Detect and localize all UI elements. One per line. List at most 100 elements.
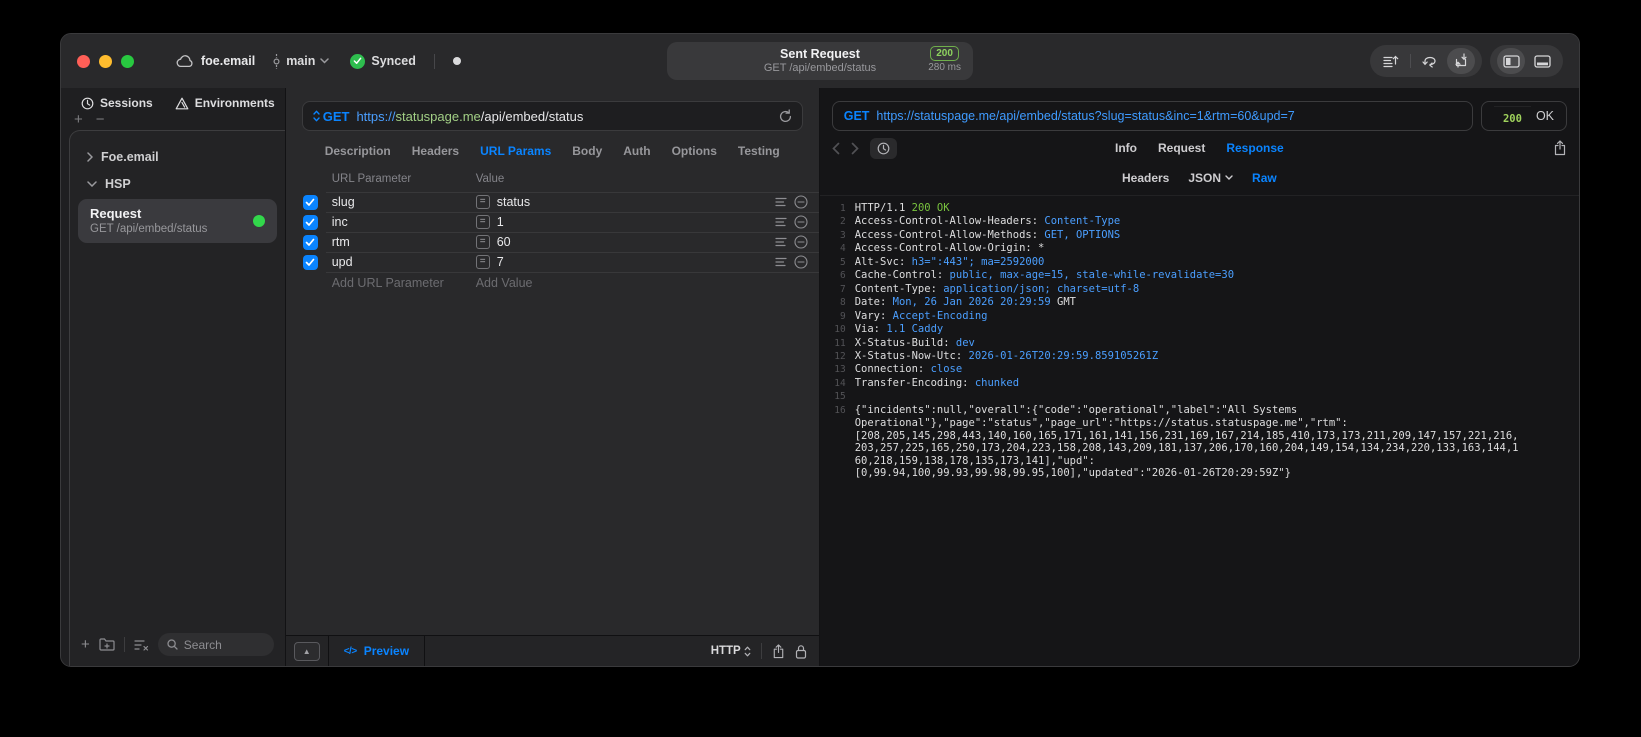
session-add-remove: + − — [61, 112, 285, 127]
export-share-icon[interactable] — [1553, 140, 1567, 156]
status-badge: 200 — [930, 46, 959, 61]
code-line: 6 Cache-Control: public, max-age=15, stal… — [839, 269, 1235, 282]
request-tab-url-params[interactable]: URL Params — [480, 144, 551, 158]
request-url-bar[interactable]: GET https://statuspage.me/api/embed/stat… — [301, 101, 803, 131]
remove-circle-icon[interactable] — [794, 195, 808, 209]
drag-lines-icon[interactable] — [775, 257, 787, 267]
response-status-text: OK — [1535, 109, 1554, 123]
add-value-placeholder[interactable]: Add Value — [476, 276, 767, 290]
request-tab-headers[interactable]: Headers — [412, 144, 459, 158]
param-checkbox[interactable] — [302, 234, 318, 250]
response-tab-info[interactable]: Info — [1115, 141, 1137, 155]
response-url-box[interactable]: GET https://statuspage.me/api/embed/stat… — [831, 101, 1473, 131]
panel-bottom-icon[interactable] — [1528, 48, 1556, 74]
url-host: statuspage.me — [395, 108, 481, 124]
request-tab-description[interactable]: Description — [325, 144, 391, 158]
preview-button[interactable]: </> Preview — [327, 636, 426, 666]
folder-plus-icon[interactable] — [99, 638, 115, 651]
param-name[interactable]: upd — [332, 255, 476, 269]
request-list-item[interactable]: Request GET /api/embed/status — [78, 199, 277, 243]
minimize-button[interactable] — [99, 54, 112, 68]
param-checkbox[interactable] — [302, 194, 318, 210]
param-name[interactable]: rtm — [332, 235, 476, 249]
param-name[interactable]: slug — [332, 195, 476, 209]
protocol-selector[interactable]: HTTP — [711, 645, 751, 657]
response-status-code: 200 — [1493, 105, 1531, 131]
request-summary-title: Sent Request — [780, 47, 860, 61]
project-name[interactable]: foe.email — [201, 54, 255, 68]
tree-item-foe-email[interactable]: Foe.email — [70, 144, 285, 171]
param-value[interactable]: 60 — [497, 235, 511, 249]
response-tabs: Info Request Response — [820, 141, 1579, 155]
request-subtitle: GET /api/embed/status — [90, 223, 208, 235]
remove-circle-icon[interactable] — [794, 255, 808, 269]
remove-circle-icon[interactable] — [794, 215, 808, 229]
sync-box-icon[interactable] — [1447, 48, 1475, 74]
sync-label: Synced — [371, 54, 416, 68]
request-tabs: Description Headers URL Params Body Auth Opti… — [286, 131, 819, 168]
response-status-box[interactable]: 200 OK — [1480, 101, 1567, 131]
divider — [123, 637, 125, 652]
param-checkbox[interactable] — [302, 254, 318, 270]
sync-status[interactable]: Synced — [350, 53, 416, 69]
merge-arrows-icon[interactable] — [1416, 48, 1444, 74]
code-line: 9 Vary: Accept-Encoding — [839, 309, 988, 322]
remove-circle-icon[interactable] — [794, 235, 808, 249]
param-value[interactable]: 7 — [497, 255, 504, 269]
reload-icon[interactable] — [779, 109, 792, 123]
drag-lines-icon[interactable] — [775, 217, 787, 227]
response-tab-response[interactable]: Response — [1226, 141, 1283, 155]
equals-icon: = — [475, 215, 490, 229]
code-line: [208,205,145,298,443,140,160,165,171,161… — [854, 429, 1519, 442]
request-url[interactable]: https://statuspage.me/api/embed/status — [356, 109, 583, 124]
plus-icon[interactable]: + — [74, 112, 83, 127]
request-tab-testing[interactable]: Testing — [738, 144, 780, 158]
lock-icon[interactable] — [795, 644, 807, 659]
code-line: 16 {"incidents":null,"overall":{"code":"o… — [834, 403, 1298, 416]
zoom-button[interactable] — [121, 54, 134, 68]
response-body[interactable]: 1 HTTP/1.1 200 OK 2 Access-Control-Allow-He… — [819, 195, 1579, 666]
code-line: Operational"},"page":"status","page_url"… — [854, 417, 1348, 430]
share-icon[interactable] — [772, 643, 785, 659]
equals-icon: = — [475, 195, 490, 209]
tree-item-hsp[interactable]: HSP — [70, 171, 285, 198]
request-tab-options[interactable]: Options — [672, 144, 717, 158]
search-input[interactable]: Search — [157, 633, 274, 656]
import-lines-icon[interactable] — [1377, 48, 1405, 74]
drag-lines-icon[interactable] — [775, 237, 787, 247]
add-param-placeholder[interactable]: Add URL Parameter — [332, 276, 476, 290]
request-summary-pill[interactable]: Sent Request GET /api/embed/status 200 2… — [667, 42, 973, 80]
code-line: 5 Alt-Svc: h3=":443"; ma=2592000 — [839, 255, 1045, 268]
method-selector[interactable]: GET — [313, 109, 349, 124]
param-row-inc: inc = 1 — [286, 212, 819, 232]
param-row-upd: upd = 7 — [286, 252, 819, 272]
param-value[interactable]: status — [497, 195, 530, 209]
main-area: Sessions Environments + − Foe.email HSP … — [61, 88, 1579, 666]
code-icon: </> — [343, 645, 357, 657]
desktop: foe.email main Synced Sent Request GET /… — [0, 0, 1641, 737]
url-path: /api/embed/status — [480, 108, 584, 124]
param-name[interactable]: inc — [332, 215, 476, 229]
response-subtab-headers[interactable]: Headers — [1122, 171, 1169, 185]
tab-sessions[interactable]: Sessions — [81, 96, 153, 110]
response-subtab-json[interactable]: JSON — [1188, 171, 1233, 185]
drag-lines-icon[interactable] — [775, 197, 787, 207]
param-checkbox[interactable] — [302, 214, 318, 230]
request-tab-body[interactable]: Body — [572, 144, 602, 158]
param-value[interactable]: 1 — [497, 215, 504, 229]
add-request-button[interactable]: + — [81, 637, 90, 652]
tab-environments[interactable]: Environments — [175, 96, 275, 110]
filter-list-icon[interactable] — [134, 639, 149, 651]
branch-selector[interactable]: main — [272, 53, 330, 69]
response-subtab-raw[interactable]: Raw — [1252, 171, 1277, 185]
minus-icon[interactable]: − — [96, 112, 105, 127]
tree-item-label: HSP — [105, 177, 131, 191]
panel-left-icon[interactable] — [1497, 48, 1525, 74]
divider — [1410, 54, 1411, 68]
code-line: [0,99.94,100,99.93,99.98,99.95,100],"upd… — [854, 467, 1291, 480]
code-line: 11 X-Status-Build: dev — [834, 336, 975, 349]
expand-triangle-icon[interactable]: ▲ — [293, 641, 320, 661]
response-tab-request[interactable]: Request — [1158, 141, 1205, 155]
request-tab-auth[interactable]: Auth — [623, 144, 650, 158]
close-button[interactable] — [77, 54, 90, 68]
